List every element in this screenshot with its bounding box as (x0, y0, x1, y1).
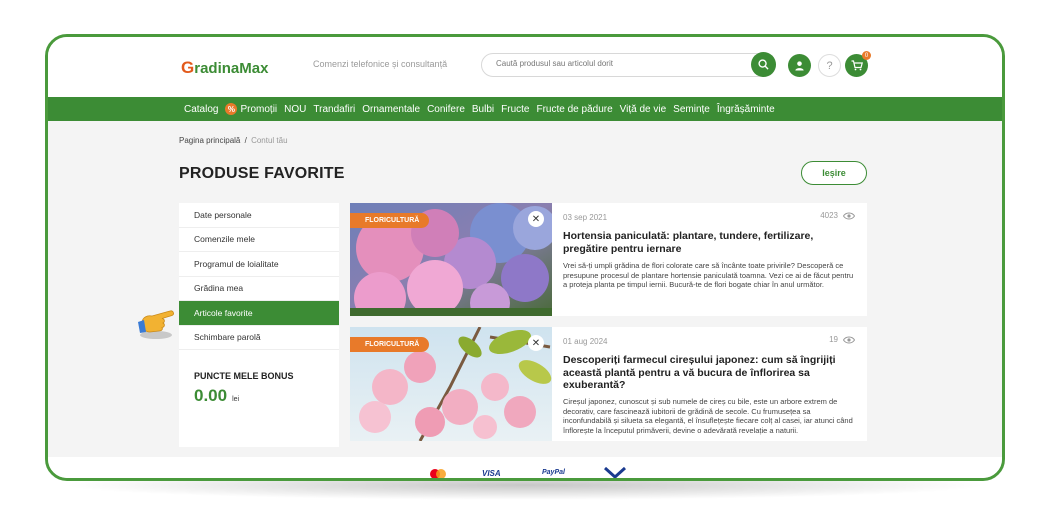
article-excerpt: Vrei să-ți umpli grădina de flori colora… (563, 261, 854, 289)
site-logo[interactable]: G radinaMax (181, 58, 268, 78)
article-title[interactable]: Hortensia paniculată: plantare, tundere,… (563, 230, 853, 255)
article-views: 4023 (820, 211, 855, 220)
nav-item-catalog[interactable]: Catalog (184, 104, 218, 115)
screenshot-stage: G radinaMax Comenzi telefonice și consul… (0, 0, 1050, 516)
search-input[interactable] (496, 59, 736, 68)
bonus-points-title: PUNCTE MELE BONUS (194, 371, 294, 381)
pointing-hand-icon (138, 310, 174, 339)
help-button[interactable]: ? (818, 54, 841, 77)
nav-item-trandafiri[interactable]: Trandafiri (313, 104, 355, 115)
paypal-logo: PayPal (542, 469, 565, 476)
footer-payments-band (48, 457, 1002, 478)
breadcrumb-separator: / (244, 136, 247, 145)
nav-item-conifere[interactable]: Conifere (427, 104, 465, 115)
account-button[interactable] (788, 54, 811, 77)
cart-icon (851, 60, 863, 71)
article-views: 19 (829, 335, 855, 344)
visa-logo: VISA (482, 469, 501, 478)
close-icon: ✕ (531, 337, 541, 349)
nav-item-vita-de-vie[interactable]: Viță de vie (620, 104, 667, 115)
close-icon: ✕ (531, 213, 541, 225)
main-navigation: Catalog % Promoții NOU Trandafiri Orname… (48, 97, 1002, 121)
site-header: G radinaMax Comenzi telefonice și consul… (48, 37, 1002, 97)
help-icon: ? (826, 59, 833, 72)
article-date: 03 sep 2021 (563, 213, 608, 222)
sidebar-item-schimbare-parola[interactable]: Schimbare parolă (179, 326, 339, 350)
sidebar-item-gradina-mea[interactable]: Grădina mea (179, 277, 339, 301)
nav-item-promotii[interactable]: % Promoții (225, 103, 277, 115)
account-sidebar: Date personale Comenzile mele Programul … (179, 203, 339, 447)
favorite-article-card[interactable]: FLORICULTURĂ ✕ 03 sep 2021 4023 Hortensi… (350, 203, 867, 316)
search-button[interactable] (751, 52, 776, 77)
sidebar-item-articole-favorite[interactable]: Articole favorite (179, 301, 339, 326)
article-image[interactable]: FLORICULTURĂ ✕ (350, 203, 552, 316)
browser-frame: G radinaMax Comenzi telefonice și consul… (45, 34, 1005, 481)
sidebar-item-program-loialitate[interactable]: Programul de loialitate (179, 252, 339, 277)
bonus-amount: 0.00 (194, 386, 228, 405)
payment-provider-logo (604, 467, 626, 478)
remove-favorite-button[interactable]: ✕ (528, 211, 544, 227)
logo-text: radinaMax (194, 59, 269, 77)
bonus-currency: lei (232, 396, 240, 403)
breadcrumb-home-link[interactable]: Pagina principală (179, 136, 240, 145)
remove-favorite-button[interactable]: ✕ (528, 335, 544, 351)
nav-item-ornamentale[interactable]: Ornamentale (362, 104, 420, 115)
article-image[interactable]: FLORICULTURĂ ✕ (350, 327, 552, 441)
sidebar-item-date-personale[interactable]: Date personale (179, 203, 339, 228)
eye-icon (843, 336, 855, 343)
nav-item-fructe-de-padure[interactable]: Fructe de pădure (536, 104, 612, 115)
phone-consultation-link[interactable]: Comenzi telefonice și consultanță (313, 59, 447, 69)
article-title[interactable]: Descoperiți farmecul cireșului japonez: … (563, 354, 853, 392)
eye-icon (843, 212, 855, 219)
breadcrumb: Pagina principală / Contul tău (179, 136, 288, 145)
sidebar-item-comenzile-mele[interactable]: Comenzile mele (179, 228, 339, 252)
category-tag[interactable]: FLORICULTURĂ (350, 337, 430, 352)
bonus-points-value: 0.00 lei (194, 386, 239, 406)
nav-item-seminte[interactable]: Semințe (673, 104, 710, 115)
favorite-article-card[interactable]: FLORICULTURĂ ✕ 01 aug 2024 19 Descoperiț… (350, 327, 867, 441)
nav-item-ingrasaminte[interactable]: Îngrășăminte (717, 104, 775, 115)
user-icon (795, 61, 804, 71)
nav-item-nou[interactable]: NOU (284, 104, 306, 115)
search-icon (758, 59, 769, 70)
nav-item-fructe[interactable]: Fructe (501, 104, 529, 115)
cart-count-badge: 0 (862, 51, 871, 60)
article-date: 01 aug 2024 (563, 337, 608, 346)
logout-button[interactable]: Ieșire (801, 161, 867, 185)
category-tag[interactable]: FLORICULTURĂ (350, 213, 430, 228)
article-excerpt: Cireșul japonez, cunoscut și sub numele … (563, 397, 853, 435)
mastercard-logo (430, 469, 446, 478)
search-box (481, 53, 776, 77)
nav-item-label: Promoții (240, 103, 278, 115)
logo-mark: G (181, 58, 195, 77)
nav-item-bulbi[interactable]: Bulbi (472, 104, 494, 115)
view-count: 19 (829, 335, 838, 344)
view-count: 4023 (820, 211, 838, 220)
page-title: PRODUSE FAVORITE (179, 165, 345, 182)
breadcrumb-current: Contul tău (251, 136, 288, 145)
percent-icon: % (225, 103, 238, 115)
